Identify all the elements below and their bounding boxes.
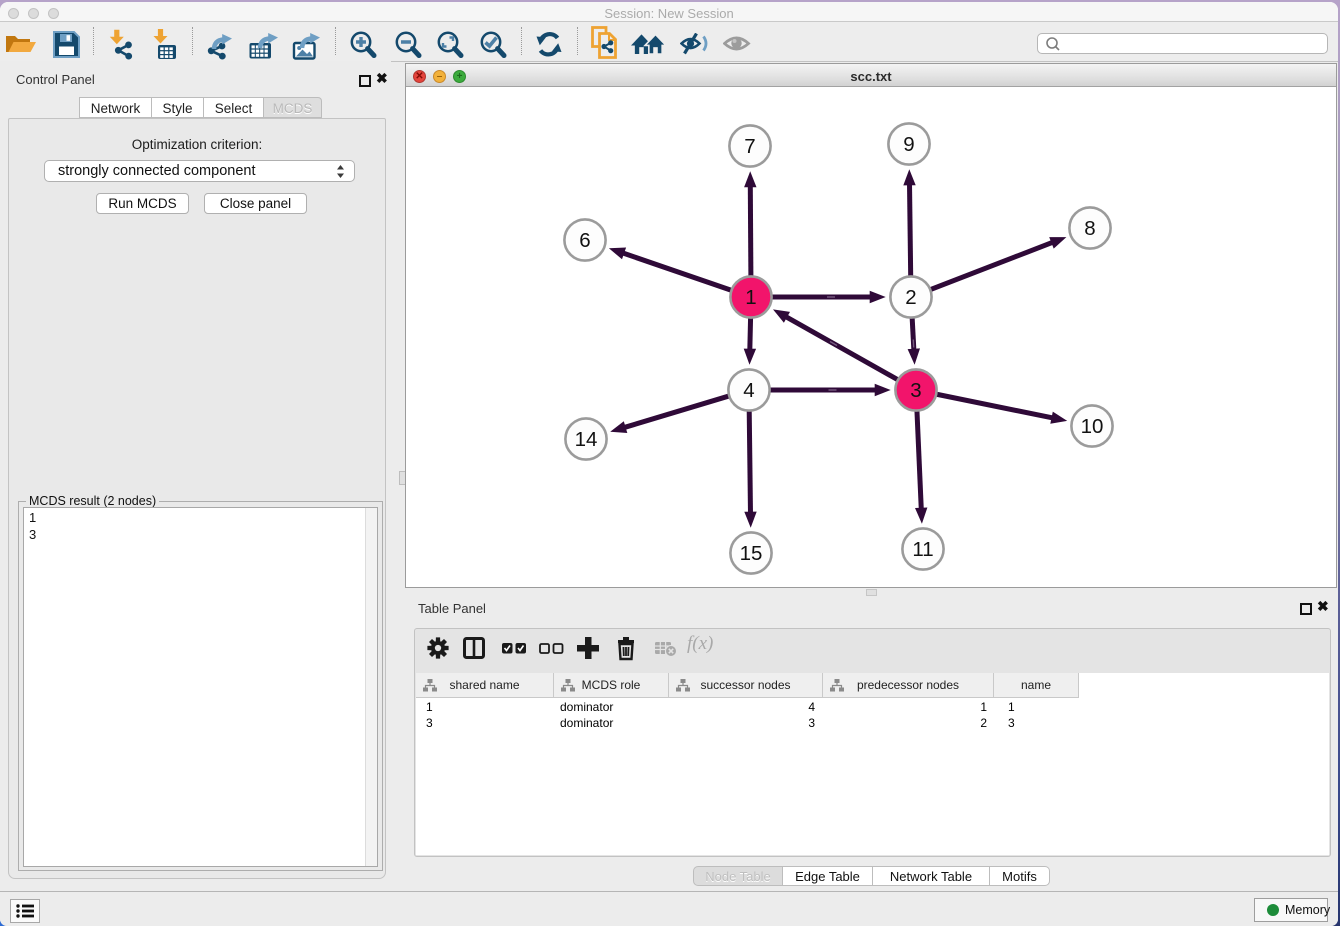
svg-text:4: 4 [743,379,754,402]
svg-text:11: 11 [912,538,933,561]
svg-text:10: 10 [1081,415,1104,438]
svg-text:9: 9 [903,133,914,156]
svg-text:8: 8 [1084,217,1095,240]
svg-text:15: 15 [740,542,763,565]
svg-text:14: 14 [575,428,598,451]
svg-text:3: 3 [910,379,921,402]
svg-text:1: 1 [745,286,756,309]
svg-text:2: 2 [905,286,916,309]
svg-text:7: 7 [744,135,755,158]
svg-text:6: 6 [579,229,590,252]
